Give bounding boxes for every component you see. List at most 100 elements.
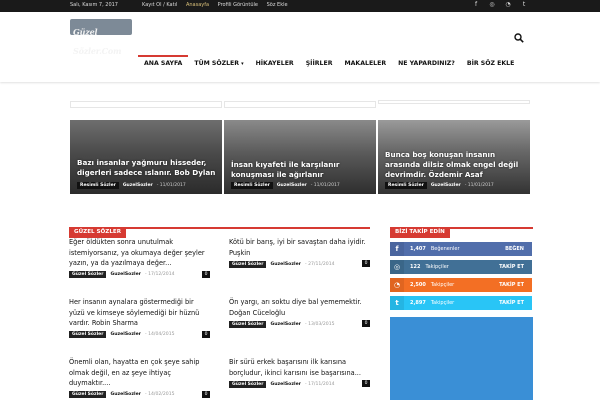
article-title[interactable]: Bir sürü erkek başarısını ilk karısına b…	[229, 357, 370, 378]
instagram-icon: ◎	[390, 260, 404, 274]
nav-home[interactable]: ANA SAYFA	[138, 55, 189, 79]
article-meta: Güzel Sözler GuzelSozler - 17/11/2014 0	[229, 380, 370, 388]
hero-title[interactable]: İnsan kıyafeti ile karşılanır konuşması …	[231, 160, 376, 180]
follower-count: 2,500	[410, 282, 426, 288]
author-link[interactable]: GuzelSozler	[270, 322, 301, 327]
author-link[interactable]: GuzelSozler	[270, 262, 301, 267]
author-link[interactable]: GuzelSozler	[110, 392, 141, 397]
facebook-widget[interactable]: f 1,407 Beğenenler BEĞEN	[390, 242, 532, 256]
category-tag[interactable]: Resimli Sözler	[77, 182, 119, 189]
hero-strip	[70, 101, 222, 108]
top-bar: Salı, Kasım 7, 2017 Kayıt Ol / Katıl Ana…	[0, 0, 600, 12]
category-tag[interactable]: Resimli Sözler	[385, 182, 427, 189]
article-title[interactable]: Eğer öldükten sonra unutulmak istemiyors…	[69, 237, 210, 269]
rss-icon: ◔	[390, 278, 404, 292]
section-header-follow: BİZİ TAKİP EDİN	[390, 218, 533, 238]
post-date: - 17/12/2014	[144, 272, 175, 277]
facebook-icon[interactable]: f	[472, 1, 480, 8]
section-header-quotes: GÜZEL SÖZLER	[69, 218, 370, 238]
instagram-icon[interactable]: ◎	[488, 1, 496, 8]
article-title[interactable]: Önemli olan, hayatta en çok şeye sahip o…	[69, 357, 210, 389]
comment-count[interactable]: 0	[362, 260, 370, 267]
follow-button[interactable]: TAKİP ET	[499, 282, 524, 288]
list-item[interactable]: Kötü bir barış, iyi bir savaştan daha iy…	[229, 237, 370, 268]
follower-label: Takipçiler	[430, 282, 455, 288]
nav-stories[interactable]: HİKAYELER	[250, 55, 300, 79]
follower-label: Takipçiler	[430, 300, 455, 306]
follower-count: 1,407	[410, 246, 426, 252]
register-link[interactable]: Kayıt Ol / Katıl	[142, 2, 177, 8]
hero-meta: Resimli Sözler GuzelSozler - 11/01/2017	[77, 182, 186, 189]
twitter-icon[interactable]: t	[520, 1, 528, 8]
article-meta: Güzel Sözler GuzelSozler - 13/03/2015 0	[229, 320, 370, 328]
top-links: Kayıt Ol / Katıl Anasayfa Profili Görünt…	[142, 2, 295, 8]
list-item[interactable]: Her insanın aynalara göstermediği bir yü…	[69, 297, 210, 339]
rss-widget[interactable]: ◔ 2,500 Takipçiler TAKİP ET	[390, 278, 532, 292]
category-tag[interactable]: Güzel Sözler	[229, 320, 267, 328]
current-date: Salı, Kasım 7, 2017	[70, 2, 118, 8]
article-title[interactable]: Kötü bir barış, iyi bir savaştan daha iy…	[229, 237, 370, 258]
post-date: - 17/11/2014	[304, 381, 335, 387]
profile-link[interactable]: Profili Görüntüle	[218, 2, 258, 8]
hero-card-1[interactable]: Bazı insanlar yağmuru hisseder, digerler…	[70, 120, 222, 194]
rss-icon[interactable]: ◔	[504, 1, 512, 8]
ad-banner[interactable]	[390, 317, 533, 400]
list-item[interactable]: Önemli olan, hayatta en çok şeye sahip o…	[69, 357, 210, 399]
nav-all-quotes[interactable]: TÜM SÖZLER ▾	[188, 55, 249, 79]
hero-title[interactable]: Bazı insanlar yağmuru hisseder, digerler…	[77, 158, 222, 178]
article-meta: Güzel Sözler GuzelSozler - 14/04/2015 0	[69, 330, 210, 339]
follow-button[interactable]: TAKİP ET	[499, 264, 524, 270]
list-item[interactable]: Bir sürü erkek başarısını ilk karısına b…	[229, 357, 370, 388]
category-tag[interactable]: Güzel Sözler	[69, 391, 107, 398]
comment-count[interactable]: 0	[202, 390, 210, 398]
follower-count: 122	[410, 264, 421, 270]
hero-strip	[224, 101, 376, 108]
site-logo[interactable]: Güzel Sözler.Com	[70, 19, 132, 56]
like-button[interactable]: BEĞEN	[505, 246, 524, 252]
post-date: - 27/11/2014	[304, 261, 335, 267]
hero-meta: Resimli Sözler GuzelSozler - 11/01/2017	[385, 182, 494, 189]
category-tag[interactable]: Güzel Sözler	[229, 260, 267, 268]
author-link[interactable]: GuzelSozler	[270, 382, 301, 387]
hero-card-3[interactable]: Bunca boş konuşan insanın arasında dilsi…	[378, 120, 530, 194]
category-tag[interactable]: Güzel Sözler	[229, 380, 267, 388]
hero-card-2[interactable]: İnsan kıyafeti ile karşılanır konuşması …	[224, 120, 376, 194]
article-title[interactable]: Her insanın aynalara göstermediği bir yü…	[69, 297, 210, 329]
hero-title[interactable]: Bunca boş konuşan insanın arasında dilsi…	[385, 150, 530, 180]
comment-count[interactable]: 0	[362, 380, 370, 387]
post-date: - 14/02/2015	[144, 392, 175, 397]
article-title[interactable]: Ön yargı, arı soktu diye bal yememektir.…	[229, 297, 370, 318]
article-meta: Güzel Sözler GuzelSozler - 27/11/2014 0	[229, 260, 370, 268]
author-link[interactable]: GuzelSozler	[123, 183, 153, 188]
post-date: - 13/03/2015	[304, 321, 335, 327]
follower-label: Beğenenler	[430, 246, 460, 252]
nav-articles[interactable]: MAKALELER	[338, 55, 392, 79]
list-item[interactable]: Ön yargı, arı soktu diye bal yememektir.…	[229, 297, 370, 328]
author-link[interactable]: GuzelSozler	[110, 272, 141, 277]
post-date: - 11/01/2017	[156, 183, 186, 188]
author-link[interactable]: GuzelSozler	[110, 332, 141, 337]
comment-count[interactable]: 0	[202, 330, 210, 338]
nav-what-would-you-do[interactable]: NE YAPARDINIZ?	[392, 55, 461, 79]
article-meta: Güzel Sözler GuzelSozler - 17/12/2014 0	[69, 270, 210, 279]
nav-poems[interactable]: ŞİİRLER	[300, 55, 339, 79]
search-icon[interactable]	[514, 33, 524, 43]
comment-count[interactable]: 0	[362, 320, 370, 327]
category-tag[interactable]: Güzel Sözler	[69, 271, 107, 278]
author-link[interactable]: GuzelSozler	[277, 183, 307, 188]
hero-strip	[378, 100, 530, 104]
home-link[interactable]: Anasayfa	[186, 2, 209, 8]
follower-label: Takipçiler	[425, 264, 449, 270]
twitter-icon: t	[390, 296, 404, 310]
author-link[interactable]: GuzelSozler	[431, 183, 461, 188]
nav-add-quote[interactable]: BİR SÖZ EKLE	[461, 55, 521, 79]
twitter-widget[interactable]: t 2,897 Takipçiler TAKİP ET	[390, 296, 532, 310]
add-quote-link[interactable]: Söz Ekle	[267, 2, 288, 8]
follow-button[interactable]: TAKİP ET	[499, 300, 524, 306]
comment-count[interactable]: 0	[202, 270, 210, 278]
category-tag[interactable]: Resimli Sözler	[231, 182, 273, 189]
category-tag[interactable]: Güzel Sözler	[69, 331, 107, 338]
hero-meta: Resimli Sözler GuzelSozler - 11/01/2017	[231, 182, 340, 189]
list-item[interactable]: Eğer öldükten sonra unutulmak istemiyors…	[69, 237, 210, 279]
instagram-widget[interactable]: ◎ 122 Takipçiler TAKİP ET	[390, 260, 532, 274]
